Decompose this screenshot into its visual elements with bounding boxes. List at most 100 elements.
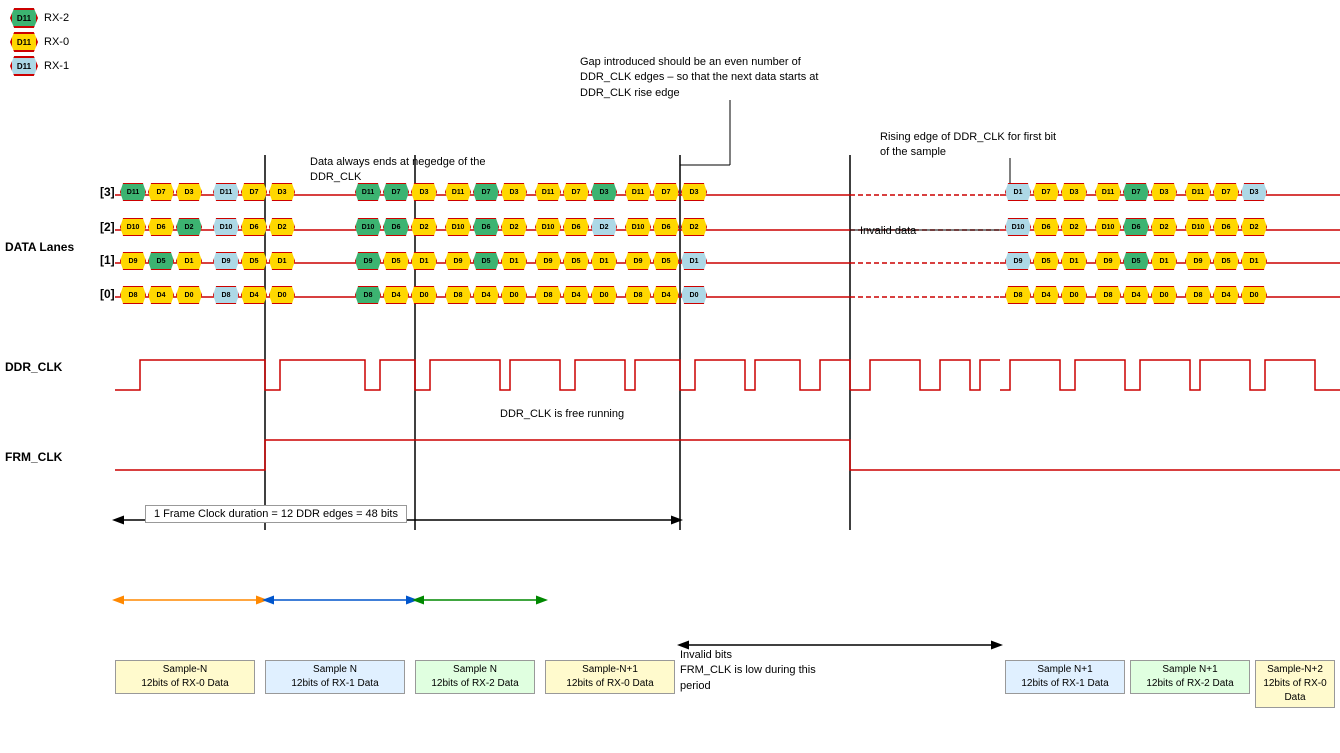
hex-d9-y1-1: D9 [445,252,471,270]
hex-d1-y1-1: D1 [501,252,527,270]
hex-post3-d8-0: D8 [1185,286,1211,304]
hex-d5-b1-1: D5 [241,252,267,270]
hex-d11-y3-1: D11 [445,183,471,201]
hex-d2-g2-1: D2 [176,218,202,236]
hex-d2-6-2: D2 [681,218,707,236]
hex-post2-d2-2: D2 [1151,218,1177,236]
hex-post-d5-1: D5 [1033,252,1059,270]
hex-post-d2-2: D2 [1061,218,1087,236]
hex-post-d4-0: D4 [1033,286,1059,304]
sample-n-rx0: Sample-N12bits of RX-0 Data [115,660,255,694]
hex-d4-g0-1: D4 [383,286,409,304]
hex-d7-b3-1: D7 [241,183,267,201]
lane2-label: [2] [100,220,115,234]
hex-d10-6-2: D10 [625,218,651,236]
legend-label-rx2: RX-2 [44,12,69,24]
hex-post-d10-2: D10 [1005,218,1031,236]
hex-d6-g2-1: D6 [148,218,174,236]
hex-d4-y0-1: D4 [473,286,499,304]
hex-d2-gg2-1: D2 [411,218,437,236]
hex-post2-d10-2: D10 [1095,218,1121,236]
hex-d8-y0-1: D8 [445,286,471,304]
hex-post3-d11-3: D11 [1185,183,1211,201]
hex-d10-y2-1: D10 [445,218,471,236]
main-container: D11 RX-2 D11 RX-0 D11 RX-1 [0,0,1340,753]
hex-post3-d1-1: D1 [1241,252,1267,270]
lane0-label: [0] [100,287,115,301]
hex-d4-b0-1: D4 [241,286,267,304]
hex-d0-g0-1: D0 [411,286,437,304]
hex-d6-5-2: D6 [563,218,589,236]
hex-d10-b2-1: D10 [213,218,239,236]
hex-d2-5-2: D2 [591,218,617,236]
frame-clock-label: 1 Frame Clock duration = 12 DDR edges = … [145,505,407,523]
hex-d11-g3-1: D11 [120,183,146,201]
hex-d3-y3-1: D3 [501,183,527,201]
hex-d8-0: D8 [120,286,146,304]
hex-d6-b2-1: D6 [241,218,267,236]
sample-n1-rx0: Sample-N+112bits of RX-0 Data [545,660,675,694]
hex-d11-6-3: D11 [625,183,651,201]
invalid-data-label: Invalid data [860,225,916,237]
ddr-clk-free-label: DDR_CLK is free running [500,408,624,420]
hex-post2-d5-1: D5 [1123,252,1149,270]
invalid-bits-label: Invalid bitsFRM_CLK is low during thispe… [680,648,880,694]
hex-post3-d7-3: D7 [1213,183,1239,201]
hex-d11-gg3-1: D11 [355,183,381,201]
hex-post3-d3-3: D3 [1241,183,1267,201]
hex-d9-5-1: D9 [535,252,561,270]
sample-n-rx2: Sample N12bits of RX-2 Data [415,660,535,694]
hex-d8-6-0: D8 [625,286,651,304]
hex-post3-d6-2: D6 [1213,218,1239,236]
hex-d5-6-1: D5 [653,252,679,270]
hex-d9-6-1: D9 [625,252,651,270]
hex-post2-d3-3: D3 [1151,183,1177,201]
hex-post-d1-1: D1 [1061,252,1087,270]
hex-d11-5-3: D11 [535,183,561,201]
hex-d0-0: D0 [176,286,202,304]
hex-post-d3-3: D3 [1061,183,1087,201]
hex-post2-d6-2: D6 [1123,218,1149,236]
lane3-label: [3] [100,185,115,199]
hex-d11-b3-1: D11 [213,183,239,201]
hex-d2-b2-1: D2 [269,218,295,236]
hex-d5-y1-1: D5 [473,252,499,270]
hex-post2-d1-1: D1 [1151,252,1177,270]
gap-note: Gap introduced should be an even number … [580,55,840,101]
hex-post3-d2-2: D2 [1241,218,1267,236]
data-lanes-label: DATA Lanes [5,240,74,254]
hex-d5-g1-1: D5 [383,252,409,270]
hex-post3-d0-0: D0 [1241,286,1267,304]
hex-d6-gg2-1: D6 [383,218,409,236]
hex-post3-d4-0: D4 [1213,286,1239,304]
hex-post3-d9-1: D9 [1185,252,1211,270]
hex-d4-5-0: D4 [563,286,589,304]
legend-item-rx0: D11 RX-0 [10,32,69,52]
hex-d1-5-1: D1 [591,252,617,270]
hex-post-d7-3: D7 [1033,183,1059,201]
hex-d4-6-0: D4 [653,286,679,304]
hex-d7-g3-1: D7 [148,183,174,201]
legend-hex-rx0: D11 [10,32,38,52]
hex-post2-d9-1: D9 [1095,252,1121,270]
hex-d3-5-3: D3 [591,183,617,201]
hex-d10-gg2-1: D10 [355,218,381,236]
diagram-svg [0,0,1340,753]
legend-label-rx0: RX-0 [44,36,69,48]
hex-post3-d5-1: D5 [1213,252,1239,270]
hex-post3-d10-2: D10 [1185,218,1211,236]
hex-d1-b1-1: D1 [269,252,295,270]
hex-d9-1: D9 [120,252,146,270]
hex-d8-5-0: D8 [535,286,561,304]
legend-label-rx1: RX-1 [44,60,69,72]
legend-hex-rx2: D11 [10,8,38,28]
hex-post2-d4-0: D4 [1123,286,1149,304]
hex-d3-g3-1: D3 [176,183,202,201]
hex-d0-y0-1: D0 [501,286,527,304]
sample-n1-rx2: Sample N+112bits of RX-2 Data [1130,660,1250,694]
hex-d10-5-2: D10 [535,218,561,236]
hex-d0-6-0: D0 [681,286,707,304]
legend-item-rx2: D11 RX-2 [10,8,69,28]
hex-d10-g2-1: D10 [120,218,146,236]
hex-d1-6-1: D1 [681,252,707,270]
